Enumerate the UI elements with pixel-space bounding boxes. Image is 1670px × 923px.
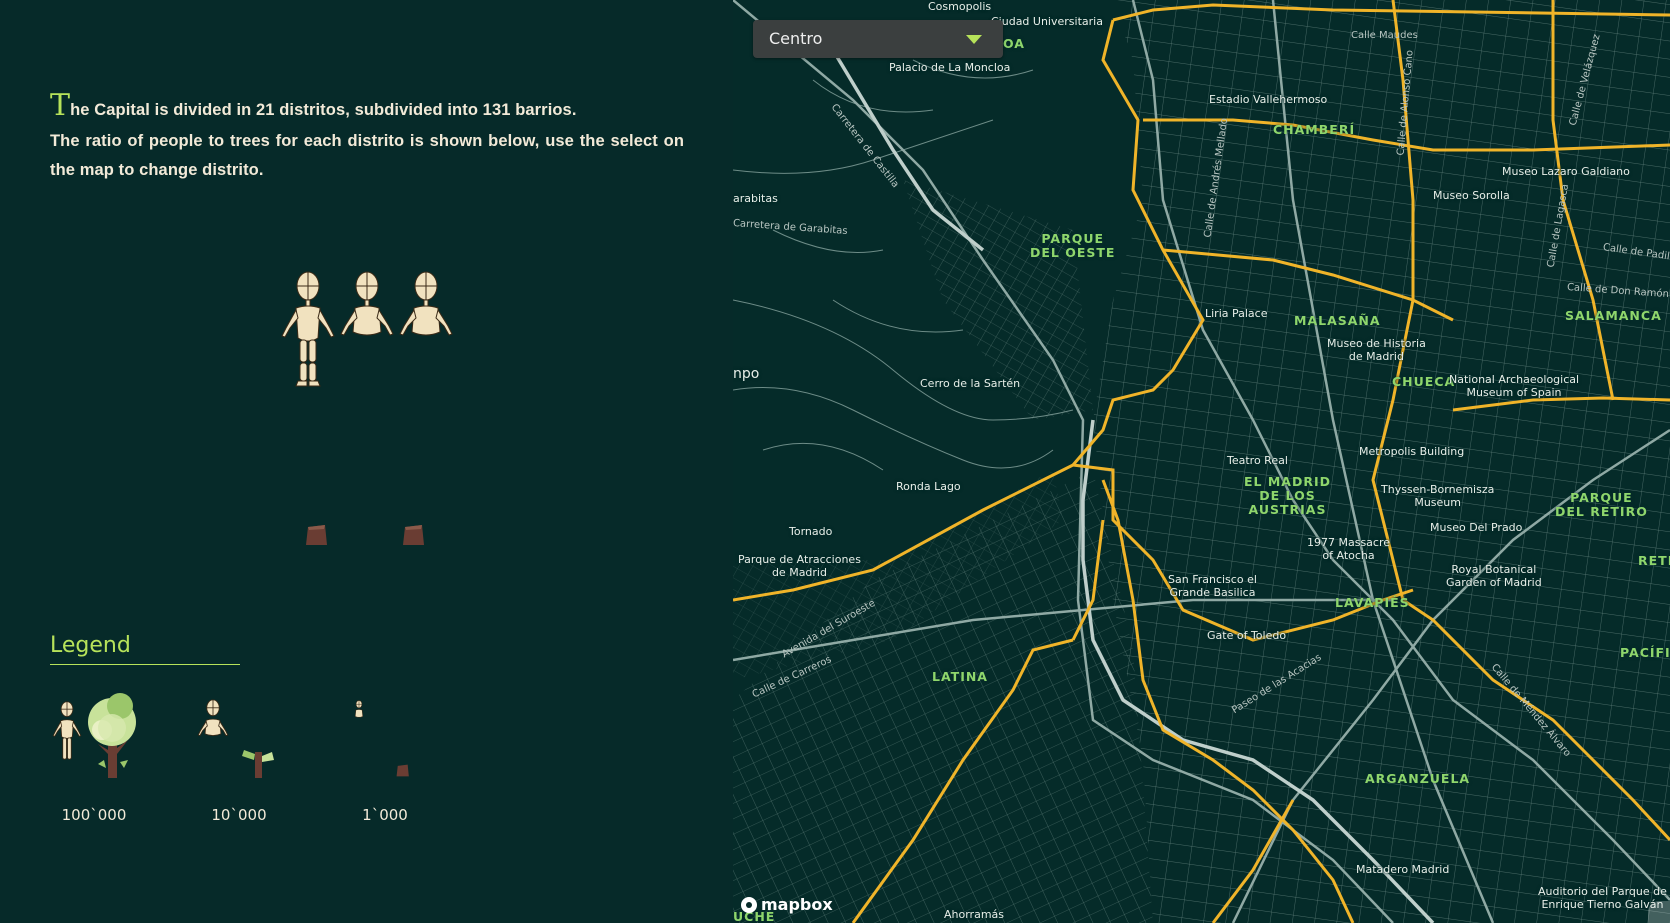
neighbourhood-label: RETI: [1638, 553, 1670, 568]
legend-label-100000: 100`000: [61, 806, 127, 824]
place-label: Matadero Madrid: [1356, 863, 1450, 876]
mapbox-text: mapbox: [761, 895, 833, 914]
place-label: Cerro de la Sartén: [920, 377, 1021, 390]
tree-stump-icon: [403, 525, 424, 545]
person-icon: [340, 271, 394, 336]
person-icon: [197, 699, 229, 737]
place-label: Museo Sorolla: [1433, 189, 1510, 202]
place-label: Cosmopolis: [928, 0, 992, 13]
legend-title: Legend: [50, 633, 131, 658]
place-label: arabitas: [733, 192, 778, 205]
intro-line-1: The Capital is divided in 21 distritos, …: [50, 91, 684, 125]
place-label: San Francisco el Grande Basilica: [1168, 573, 1257, 599]
neighbourhood-label: PARQUE DEL OESTE: [1030, 231, 1116, 260]
place-label: Metropolis Building: [1359, 445, 1465, 458]
place-label: Museo Lazaro Galdiano: [1502, 165, 1630, 178]
person-icon: [354, 700, 364, 718]
person-icon: [399, 271, 453, 336]
place-label: Palacio de La Moncloa: [889, 61, 1011, 74]
distrito-select-value: Centro: [769, 29, 823, 48]
place-label: Ahorramás: [944, 908, 1005, 921]
place-label: Parque de Atracciones de Madrid: [738, 553, 861, 579]
intro-line-1-rest: he Capital is divided in 21 distritos, s…: [70, 101, 577, 119]
legend-label-10000: 10`000: [211, 806, 267, 824]
neighbourhood-label: CHAMBERÍ: [1273, 122, 1356, 137]
intro-text: The Capital is divided in 21 distritos, …: [50, 91, 684, 185]
neighbourhood-label: CHUECA: [1392, 374, 1456, 389]
neighbourhood-label: OA: [1003, 36, 1025, 51]
tree-stump-icon: [306, 525, 327, 545]
neighbourhood-label: PACÍFIC: [1620, 645, 1670, 660]
place-label: Museo Del Prado: [1430, 521, 1523, 534]
tree-stump-icon: [396, 764, 409, 777]
map-streets: [733, 0, 1670, 923]
legend-divider: [50, 664, 240, 665]
neighbourhood-label: LATINA: [932, 669, 988, 684]
distrito-select[interactable]: Centro: [753, 20, 1003, 58]
info-panel: The Capital is divided in 21 distritos, …: [0, 0, 733, 923]
mapbox-logo[interactable]: mapbox: [741, 895, 833, 914]
intro-line-2: The ratio of people to trees for each di…: [50, 132, 684, 179]
neighbourhood-label: SALAMANCA: [1565, 308, 1662, 323]
place-label: Ciudad Universitaria: [991, 15, 1103, 28]
road-label: Calle Maudes: [1351, 30, 1418, 41]
drop-cap: T: [50, 88, 71, 123]
neighbourhood-label: PARQUE DEL RETIRO: [1555, 490, 1648, 519]
place-label: Estadio Vallehermoso: [1209, 93, 1328, 106]
place-label: Thyssen-Bornemisza Museum: [1381, 483, 1495, 509]
place-label: npo: [733, 366, 760, 382]
place-label: Museo de Historia de Madrid: [1327, 337, 1426, 363]
place-label: Gate of Toledo: [1207, 629, 1287, 642]
place-label: Teatro Real: [1227, 454, 1288, 467]
attribution-toggle[interactable]: [1648, 901, 1670, 923]
place-label: 1977 Massacre of Atocha: [1307, 536, 1391, 562]
neighbourhood-label: EL MADRID DE LOS AUSTRIAS: [1244, 474, 1331, 517]
place-label: Ronda Lago: [896, 480, 961, 493]
place-label: National Archaeological Museum of Spain: [1449, 373, 1580, 399]
neighbourhood-label: MALASAÑA: [1294, 313, 1381, 328]
place-label: Liria Palace: [1205, 307, 1268, 320]
place-label: Auditorio del Parque de Enrique Tierno G…: [1538, 885, 1667, 911]
mapbox-icon: [741, 897, 757, 913]
neighbourhood-label: LAVAPIÉS: [1335, 595, 1410, 610]
tree-icon: [88, 693, 136, 778]
legend-label-1000: 1`000: [362, 806, 408, 824]
neighbourhood-label: ARGANZUELA: [1365, 771, 1471, 786]
place-label: Royal Botanical Garden of Madrid: [1446, 563, 1542, 589]
place-label: Tornado: [789, 525, 833, 538]
chevron-down-icon: [966, 35, 982, 44]
person-icon-large: [281, 271, 335, 387]
district-map[interactable]: CHAMBERÍ PARQUE DEL OESTE MALASAÑA SALAM…: [733, 0, 1670, 923]
person-icon-large: [52, 701, 82, 760]
sapling-icon: [242, 750, 274, 778]
